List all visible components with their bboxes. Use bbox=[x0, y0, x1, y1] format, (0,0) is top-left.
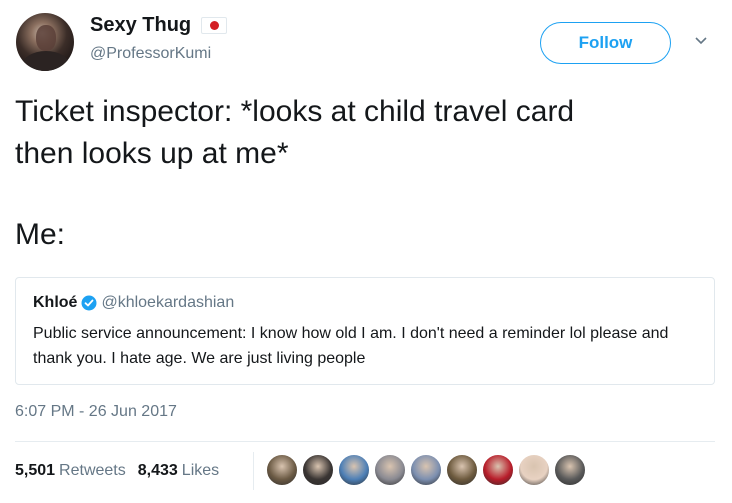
liker-avatar[interactable] bbox=[266, 454, 298, 486]
quoted-tweet-header: Khloé @khloekardashian bbox=[33, 294, 234, 312]
quoted-tweet[interactable]: Khloé @khloekardashian Public service an… bbox=[15, 277, 715, 385]
avatar-face bbox=[36, 25, 56, 51]
author-handle[interactable]: @ProfessorKumi bbox=[90, 45, 211, 63]
japan-flag-icon bbox=[201, 17, 228, 34]
liker-avatar[interactable] bbox=[554, 454, 586, 486]
likes-stat[interactable]: 8,433 Likes bbox=[138, 462, 219, 480]
liker-avatar[interactable] bbox=[482, 454, 514, 486]
tweet-timestamp[interactable]: 6:07 PM - 26 Jun 2017 bbox=[15, 403, 177, 421]
likes-count: 8,433 bbox=[137, 462, 178, 479]
avatar[interactable] bbox=[16, 13, 74, 71]
quoted-author-handle: @khloekardashian bbox=[101, 294, 235, 311]
stats-vertical-divider bbox=[253, 452, 254, 490]
tweet-text-me: Me: bbox=[15, 218, 66, 251]
tweet-card: Sexy Thug @ProfessorKumi Follow Ticket i… bbox=[0, 0, 732, 503]
liker-avatars bbox=[266, 454, 590, 486]
retweets-label: Retweets bbox=[59, 462, 126, 479]
liker-avatar[interactable] bbox=[374, 454, 406, 486]
liker-avatar[interactable] bbox=[302, 454, 334, 486]
liker-avatar[interactable] bbox=[446, 454, 478, 486]
tweet-text: Ticket inspector: *looks at child travel… bbox=[15, 95, 575, 170]
avatar-shoulder bbox=[22, 51, 70, 71]
likes-label: Likes bbox=[181, 462, 220, 479]
follow-button[interactable]: Follow bbox=[540, 22, 671, 64]
stats-divider-top bbox=[15, 441, 715, 442]
engagement-stats: 5,501 Retweets 8,433 Likes bbox=[15, 462, 219, 480]
author-name[interactable]: Sexy Thug bbox=[90, 14, 191, 37]
retweets-count: 5,501 bbox=[15, 462, 56, 479]
author-name-row: Sexy Thug bbox=[90, 14, 228, 37]
verified-badge-icon bbox=[81, 295, 97, 311]
liker-avatar[interactable] bbox=[518, 454, 550, 486]
retweets-stat[interactable]: 5,501 Retweets bbox=[15, 462, 126, 480]
liker-avatar[interactable] bbox=[410, 454, 442, 486]
quoted-author-name: Khloé bbox=[33, 294, 78, 311]
liker-avatar[interactable] bbox=[338, 454, 370, 486]
chevron-down-icon[interactable] bbox=[694, 35, 708, 47]
quoted-tweet-text: Public service announcement: I know how … bbox=[33, 325, 669, 367]
